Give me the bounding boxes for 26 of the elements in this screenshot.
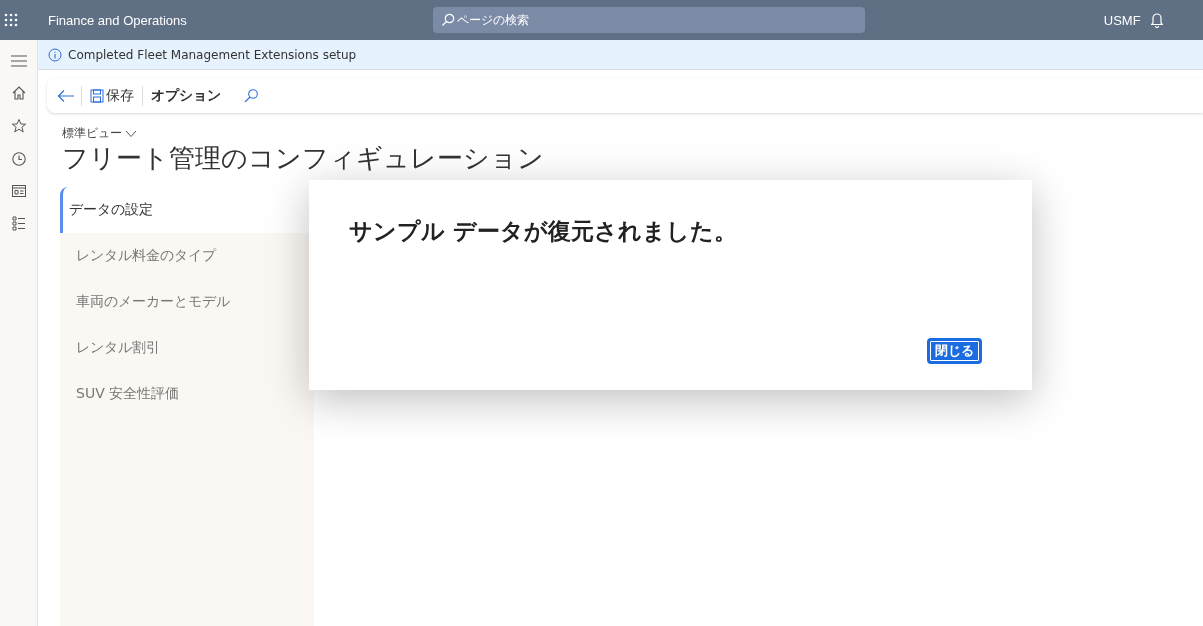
search-field[interactable]: ページの検索	[432, 7, 865, 33]
app-name[interactable]: Finance and Operations	[48, 12, 187, 28]
chevron-down-icon	[125, 129, 137, 138]
back-arrow-icon[interactable]	[57, 88, 75, 103]
options-button[interactable]: オプション	[149, 86, 223, 105]
save-icon	[90, 88, 104, 103]
close-button[interactable]: 閉じる	[927, 338, 982, 364]
star-icon[interactable]	[10, 118, 27, 134]
nav-tab[interactable]: SUV 安全性評価	[60, 371, 314, 417]
home-icon[interactable]	[10, 85, 27, 101]
save-button[interactable]: 保存	[88, 86, 136, 105]
dialog-message: サンプル データが復元されました。	[349, 217, 738, 246]
nav-tab[interactable]: レンタル料金のタイプ	[60, 233, 314, 279]
view-selector[interactable]: 標準ビュー	[62, 125, 137, 142]
company-label[interactable]: USMF	[1103, 12, 1141, 28]
nav-tab[interactable]: レンタル割引	[60, 325, 314, 371]
info-icon	[48, 47, 62, 62]
nav-tab[interactable]: 車両のメーカーとモデル	[60, 279, 314, 325]
bell-icon[interactable]	[1150, 12, 1163, 28]
app-launcher-icon[interactable]	[4, 13, 18, 27]
workspace-icon[interactable]	[10, 184, 27, 198]
message-text: Completed Fleet Management Extensions setup	[68, 47, 357, 62]
list-icon[interactable]	[10, 215, 27, 231]
page-title: フリート管理のコンフィギュレーション	[62, 142, 545, 174]
search-icon[interactable]	[243, 87, 259, 104]
clock-icon[interactable]	[10, 151, 27, 167]
